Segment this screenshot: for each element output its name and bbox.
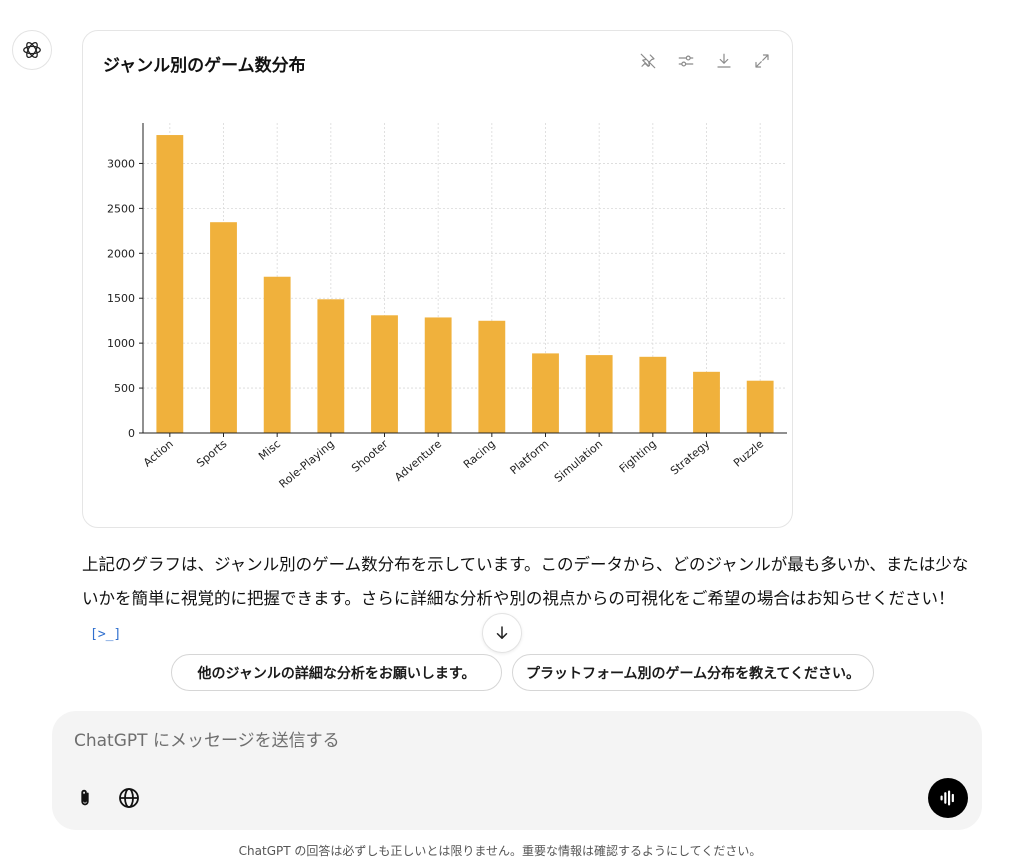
x-tick-label: Role-Playing xyxy=(277,437,337,490)
chart-settings-button[interactable] xyxy=(676,51,696,71)
chart-card: 0 500 1000 1500 2000 2500 3000 Action Sports Misc… xyxy=(82,30,793,528)
x-tick-label: Puzzle xyxy=(731,437,766,469)
bar-sports xyxy=(210,222,237,433)
suggestion-chip[interactable]: 他のジャンルの詳細な分析をお願いします。 xyxy=(171,654,502,691)
globe-icon xyxy=(119,788,139,808)
response-body: 上記のグラフは、ジャンル別のゲーム数分布を示しています。このデータから、どのジャ… xyxy=(82,555,969,608)
x-tick-label: Platform xyxy=(508,437,552,477)
chart-toolbar xyxy=(638,51,772,71)
x-tick-label: Action xyxy=(141,437,176,469)
bar-misc xyxy=(263,276,291,433)
y-tick-label: 1000 xyxy=(107,337,135,350)
voice-waveform-icon xyxy=(940,790,954,806)
pin-chart-button[interactable] xyxy=(638,51,658,71)
chart-card-title: ジャンル別のゲーム数分布 xyxy=(103,56,306,76)
x-tick-label: Strategy xyxy=(668,437,713,478)
assistant-avatar xyxy=(12,30,52,70)
assistant-response: 上記のグラフは、ジャンル別のゲーム数分布を示しています。このデータから、どのジャ… xyxy=(82,548,977,652)
x-tick-label: Adventure xyxy=(392,437,444,484)
bar-action xyxy=(156,135,184,433)
y-tick-label: 3000 xyxy=(107,157,135,170)
y-tick-label: 500 xyxy=(114,382,135,395)
y-tick-label: 2500 xyxy=(107,202,135,215)
x-tick-label: Racing xyxy=(461,437,498,471)
pin-icon xyxy=(640,53,656,69)
paperclip-icon xyxy=(81,789,89,806)
openai-logo-icon xyxy=(23,41,41,59)
chat-page: 0 500 1000 1500 2000 2500 3000 Action Sports Misc… xyxy=(0,0,1024,860)
disclaimer-text: ChatGPT の回答は必ずしも正しいとは限りません。重要な情報は確認するように… xyxy=(238,844,762,858)
x-tick-label: Sports xyxy=(194,437,230,470)
x-tick-label: Shooter xyxy=(349,437,391,475)
bar-fighting xyxy=(639,356,667,433)
scroll-to-bottom-button[interactable] xyxy=(482,613,522,653)
x-tick-label: Misc xyxy=(256,437,283,463)
bar-chart: 0 500 1000 1500 2000 2500 3000 Action Sports Misc… xyxy=(107,123,787,491)
bar-puzzle xyxy=(746,380,774,433)
bar-strategy xyxy=(693,371,720,433)
arrow-down-icon xyxy=(496,626,508,639)
x-tick-label: Simulation xyxy=(552,437,605,485)
sliders-icon xyxy=(678,55,694,67)
bar-role-playing xyxy=(317,299,345,433)
expand-chart-button[interactable] xyxy=(752,51,772,71)
web-search-button[interactable] xyxy=(112,781,146,815)
y-tick-label: 0 xyxy=(128,427,135,440)
view-code-link[interactable]: [>_] xyxy=(90,618,121,652)
bar-adventure xyxy=(424,317,452,433)
message-composer xyxy=(52,711,982,830)
y-tick-label: 1500 xyxy=(107,292,135,305)
bar-racing xyxy=(478,320,506,433)
suggestion-chip[interactable]: プラットフォーム別のゲーム分布を教えてください。 xyxy=(512,654,874,691)
attach-file-button[interactable] xyxy=(68,781,102,815)
download-chart-button[interactable] xyxy=(714,51,734,71)
bar-shooter xyxy=(371,315,398,433)
message-input[interactable] xyxy=(74,725,894,757)
x-tick-label: Fighting xyxy=(617,437,659,475)
y-tick-label: 2000 xyxy=(107,247,135,260)
bar-simulation xyxy=(585,355,613,433)
download-icon xyxy=(717,53,731,68)
bar-platform xyxy=(532,353,559,433)
voice-mode-button[interactable] xyxy=(928,778,968,818)
expand-icon xyxy=(755,54,769,68)
